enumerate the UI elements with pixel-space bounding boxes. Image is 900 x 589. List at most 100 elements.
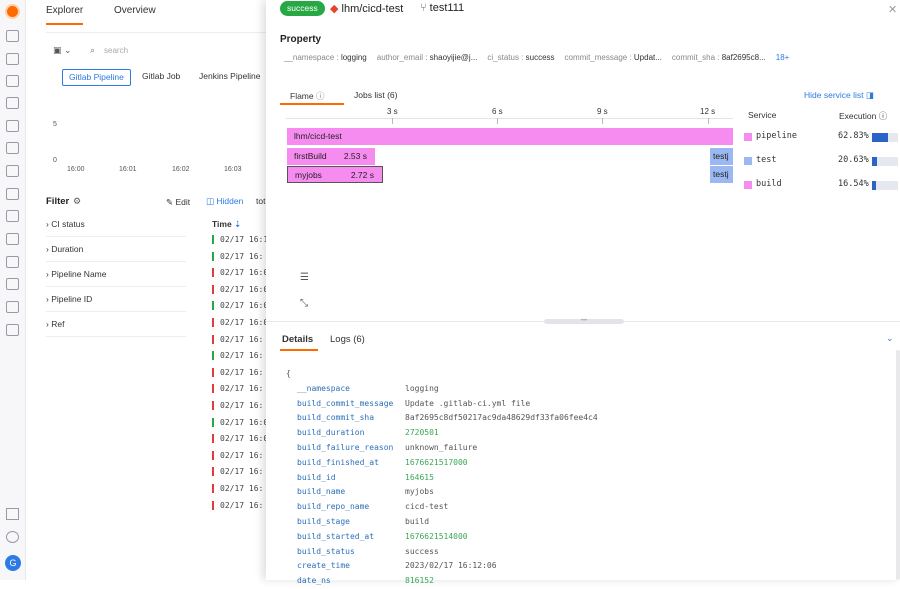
json-key[interactable]: build_repo_name [297, 500, 369, 515]
scrollbar[interactable] [896, 350, 900, 580]
table-row[interactable]: 02/17 16: [212, 334, 263, 344]
gear-icon[interactable]: ⚙ [73, 196, 81, 207]
json-key[interactable]: build_id [297, 471, 336, 486]
json-value[interactable]: 2023/02/17 16:12:06 [405, 559, 497, 574]
filter-item[interactable]: › Pipeline ID [46, 287, 186, 312]
table-row[interactable]: 02/17 16: [212, 367, 263, 377]
property-item[interactable]: author_email : shaoyijie@j... [377, 53, 478, 62]
json-key[interactable]: build_commit_message [297, 397, 393, 412]
topology-icon[interactable] [6, 75, 19, 87]
settings-icon[interactable] [6, 301, 19, 313]
json-value[interactable]: 1676621514000 [405, 530, 468, 545]
json-value[interactable]: 2720501 [405, 426, 439, 441]
property-item[interactable]: __namespace : logging [284, 53, 367, 62]
collapse-icon[interactable]: ⌄ [886, 333, 894, 344]
app-logo-icon[interactable] [5, 4, 20, 19]
json-value[interactable]: 816152 [405, 574, 434, 589]
integration-icon[interactable] [6, 324, 19, 336]
json-key[interactable]: build_finished_at [297, 456, 379, 471]
list-toggle-icon[interactable]: ☰ [300, 272, 309, 283]
seg-jenkins-pipeline[interactable]: Jenkins Pipeline [193, 69, 266, 86]
dashboard-icon[interactable] [6, 30, 19, 42]
json-key[interactable]: build_failure_reason [297, 441, 393, 456]
json-value[interactable]: logging [405, 382, 439, 397]
property-item[interactable]: commit_sha : 8af2695c8... [672, 53, 766, 62]
json-value[interactable]: build [405, 515, 429, 530]
json-key[interactable]: build_stage [297, 515, 350, 530]
json-key[interactable]: date_ns [297, 574, 331, 589]
json-value[interactable]: 164615 [405, 471, 434, 486]
table-row[interactable]: 02/17 16:1 [212, 235, 268, 244]
monitor-icon[interactable] [6, 142, 19, 154]
calendar-icon[interactable] [6, 53, 19, 65]
metrics-icon[interactable] [6, 97, 19, 109]
security-icon[interactable] [6, 210, 19, 222]
json-value[interactable]: Update .gitlab-ci.yml file [405, 397, 530, 412]
layers-icon[interactable] [6, 233, 19, 245]
table-row[interactable]: 02/17 16: [212, 500, 263, 510]
table-row[interactable]: 02/17 16: [212, 401, 263, 410]
seg-gitlab-pipeline[interactable]: Gitlab Pipeline [62, 69, 131, 86]
property-item[interactable]: ci_status : success [487, 53, 554, 62]
property-item[interactable]: commit_message : Updat... [565, 53, 662, 62]
json-value[interactable]: unknown_failure [405, 441, 477, 456]
collapse-arrows-icon[interactable]: ⤡ [300, 298, 308, 309]
flame-span[interactable]: testj [710, 166, 733, 183]
table-row[interactable]: 02/17 16:0 [212, 417, 268, 427]
filter-item[interactable]: › CI status [46, 212, 186, 237]
json-key[interactable]: build_commit_sha [297, 411, 374, 426]
json-key[interactable]: build_started_at [297, 530, 374, 545]
flame-span[interactable]: testj [710, 148, 733, 165]
table-row[interactable]: 02/17 16:0 [212, 434, 268, 444]
seg-gitlab-job[interactable]: Gitlab Job [136, 69, 186, 86]
service-row[interactable]: test 20.63% [742, 155, 900, 169]
flame-span-selected[interactable]: myjobs 2.72 s [287, 166, 383, 183]
table-row[interactable]: 02/17 16: [212, 484, 263, 493]
avatar[interactable]: G [5, 555, 21, 571]
json-key[interactable]: build_status [297, 545, 355, 560]
service-row[interactable]: pipeline 62.83% [742, 131, 900, 145]
table-row[interactable]: 02/17 16:0 [212, 318, 268, 327]
resize-handle[interactable]: ••• [544, 318, 624, 324]
filter-item[interactable]: › Pipeline Name [46, 262, 186, 287]
table-row[interactable]: 02/17 16: [212, 384, 263, 394]
shield-icon[interactable] [6, 278, 19, 290]
table-row[interactable]: 02/17 16: [212, 251, 263, 261]
tab-logs[interactable]: Logs (6) [330, 334, 365, 345]
json-key[interactable]: __namespace [297, 382, 350, 397]
time-header[interactable]: Time ⇣ [212, 219, 241, 230]
help-icon[interactable] [6, 531, 19, 543]
json-value[interactable]: cicd-test [405, 500, 448, 515]
tab-explorer[interactable]: Explorer [46, 5, 84, 25]
table-row[interactable]: 02/17 16:0 [212, 284, 268, 294]
table-row[interactable]: 02/17 16: [212, 467, 263, 477]
json-key[interactable]: create_time [297, 559, 350, 574]
send-icon[interactable] [6, 508, 19, 520]
flame-span[interactable]: firstBuild 2.53 s [287, 148, 375, 165]
table-row[interactable]: 02/17 16: [212, 450, 263, 460]
tab-flame[interactable]: Flame ⓘ [290, 90, 325, 102]
json-value[interactable]: success [405, 545, 439, 560]
table-row[interactable]: 02/17 16:0 [212, 268, 268, 278]
close-icon[interactable]: ✕ [888, 3, 897, 16]
json-value[interactable]: 1676621517000 [405, 456, 468, 471]
more-properties-link[interactable]: 18+ [776, 53, 790, 62]
json-key[interactable]: build_name [297, 485, 345, 500]
edit-button[interactable]: ✎ Edit [166, 197, 190, 208]
table-row[interactable]: 02/17 16: [212, 351, 263, 361]
compass-icon[interactable] [6, 188, 19, 200]
table-row[interactable]: 02/17 16:0 [212, 301, 268, 311]
hidden-toggle[interactable]: ◫ Hidden [206, 196, 243, 207]
hide-service-list-link[interactable]: Hide service list ◨ [804, 90, 874, 101]
ci-icon[interactable] [6, 256, 19, 268]
filter-item[interactable]: › Ref [46, 312, 186, 337]
search-input[interactable]: search [104, 46, 128, 55]
service-row[interactable]: build 16.54% [742, 179, 900, 193]
view-icon[interactable]: ▣ ⌄ [53, 45, 72, 56]
tab-details[interactable]: Details [282, 334, 313, 345]
log-search-icon[interactable] [6, 120, 19, 132]
json-value[interactable]: 8af2695c8df50217ac9da48629df33fa06fee4c4 [405, 411, 598, 426]
flame-span[interactable]: lhm/cicd-test [287, 128, 733, 145]
tab-overview[interactable]: Overview [114, 5, 156, 16]
apps-icon[interactable] [6, 165, 19, 177]
